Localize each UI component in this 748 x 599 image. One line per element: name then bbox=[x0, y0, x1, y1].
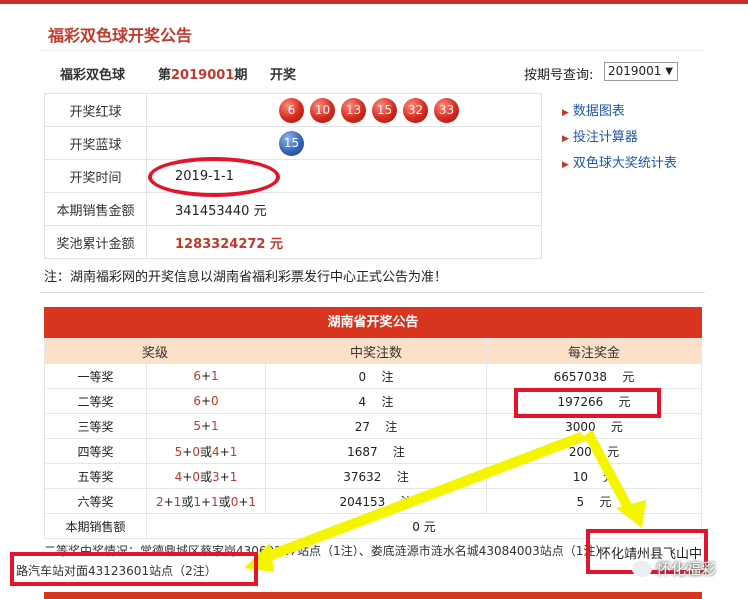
arrow-left bbox=[254, 432, 588, 564]
wechat-icon bbox=[632, 561, 652, 577]
prize-highlight-box bbox=[514, 388, 661, 418]
station-highlight-box bbox=[10, 552, 258, 586]
arrow-down-head bbox=[616, 500, 646, 528]
bottom-bar bbox=[44, 592, 702, 599]
time-highlight-circle bbox=[148, 157, 280, 197]
watermark-text: 怀化福彩 bbox=[656, 560, 717, 578]
annotation-arrows bbox=[244, 430, 646, 572]
